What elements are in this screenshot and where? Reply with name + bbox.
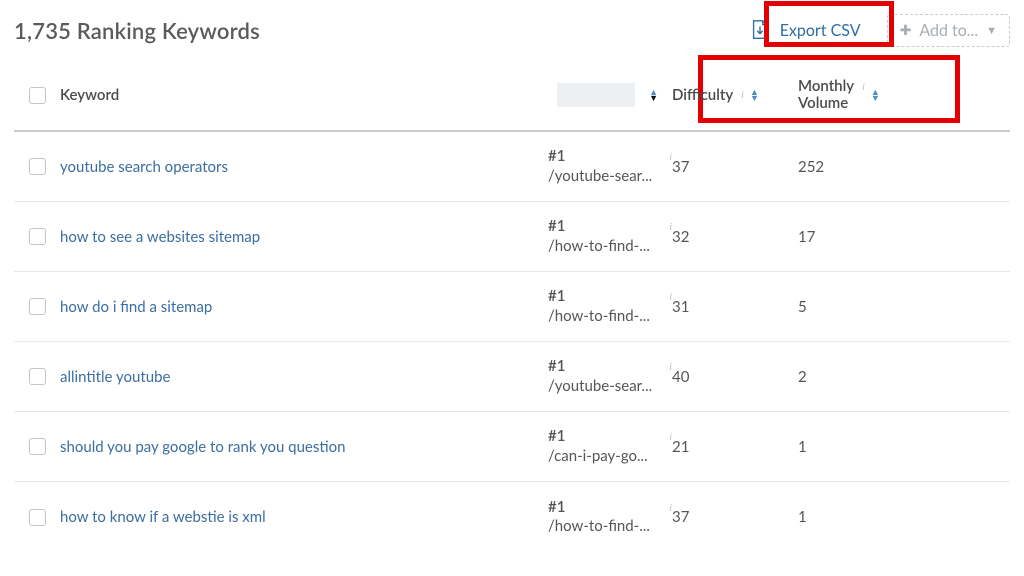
sort-rank-icon[interactable]: ▲▼ [649,89,658,102]
keyword-link[interactable]: should you pay google to rank you questi… [60,438,345,456]
info-icon[interactable]: i [741,90,744,101]
table-row: should you pay google to rank you questi… [14,412,1010,482]
rank-url: /youtube-sear... [548,167,659,187]
select-all-checkbox[interactable] [29,87,46,104]
table-header: Keyword ▲▼ Difficulty i ▲▼ MonthlyVolume… [14,64,1010,132]
keyword-link[interactable]: how do i find a sitemap [60,298,212,316]
difficulty-value: 21 [672,438,689,456]
export-csv-button[interactable]: Export CSV [740,13,871,47]
rank-value: #1 [548,147,659,167]
keyword-link[interactable]: allintitle youtube [60,368,170,386]
col-volume[interactable]: MonthlyVolume [798,78,854,113]
rank-url: /how-to-find-... [548,237,659,257]
add-to-button[interactable]: ✚ Add to... ▼ [887,14,1010,47]
table-row: how to know if a webstie is xml #1/how-to… [14,482,1010,552]
col-difficulty[interactable]: Difficulty [672,86,733,104]
rank-url: /how-to-find-... [548,307,659,327]
row-checkbox[interactable] [29,158,46,175]
col-keyword[interactable]: Keyword [60,86,119,104]
sort-volume-icon[interactable]: ▲▼ [871,89,880,102]
table-row: how do i find a sitemap #1/how-to-find-..… [14,272,1010,342]
rank-value: #1 [548,357,659,377]
difficulty-value: 37 [672,158,689,176]
export-csv-label: Export CSV [780,21,861,40]
difficulty-value: 40 [672,368,689,386]
rank-url: /how-to-find-... [548,517,659,537]
rank-filter-placeholder[interactable] [557,83,635,107]
add-to-label: Add to... [919,21,978,40]
rank-value: #1 [548,287,659,307]
table-row: how to see a websites sitemap #1/how-to-f… [14,202,1010,272]
difficulty-value: 31 [672,298,689,316]
volume-value: 1 [798,508,807,526]
page-title: 1,735 Ranking Keywords [14,17,260,44]
rank-value: #1 [548,498,659,518]
volume-value: 252 [798,158,824,176]
keyword-link[interactable]: how to know if a webstie is xml [60,508,266,526]
table-row: youtube search operators #1/youtube-sear.… [14,132,1010,202]
keyword-link[interactable]: youtube search operators [60,158,228,176]
caret-down-icon: ▼ [986,24,997,37]
volume-value: 17 [798,228,815,246]
volume-value: 5 [798,298,807,316]
row-checkbox[interactable] [29,509,46,526]
export-icon [750,19,770,41]
info-icon[interactable]: i [862,82,865,93]
row-checkbox[interactable] [29,438,46,455]
volume-value: 1 [798,438,807,456]
keyword-link[interactable]: how to see a websites sitemap [60,228,260,246]
rank-url: /youtube-sear... [548,377,659,397]
row-checkbox[interactable] [29,228,46,245]
table-body: youtube search operators #1/youtube-sear.… [14,132,1010,552]
rank-value: #1 [548,217,659,237]
rank-url: /can-i-pay-go... [548,447,659,467]
table-row: allintitle youtube#1/youtube-sear...i402 [14,342,1010,412]
volume-value: 2 [798,368,807,386]
difficulty-value: 37 [672,508,689,526]
rank-value: #1 [548,427,659,447]
row-checkbox[interactable] [29,298,46,315]
row-checkbox[interactable] [29,368,46,385]
sort-difficulty-icon[interactable]: ▲▼ [750,89,759,102]
plus-icon: ✚ [900,23,912,37]
difficulty-value: 32 [672,228,689,246]
